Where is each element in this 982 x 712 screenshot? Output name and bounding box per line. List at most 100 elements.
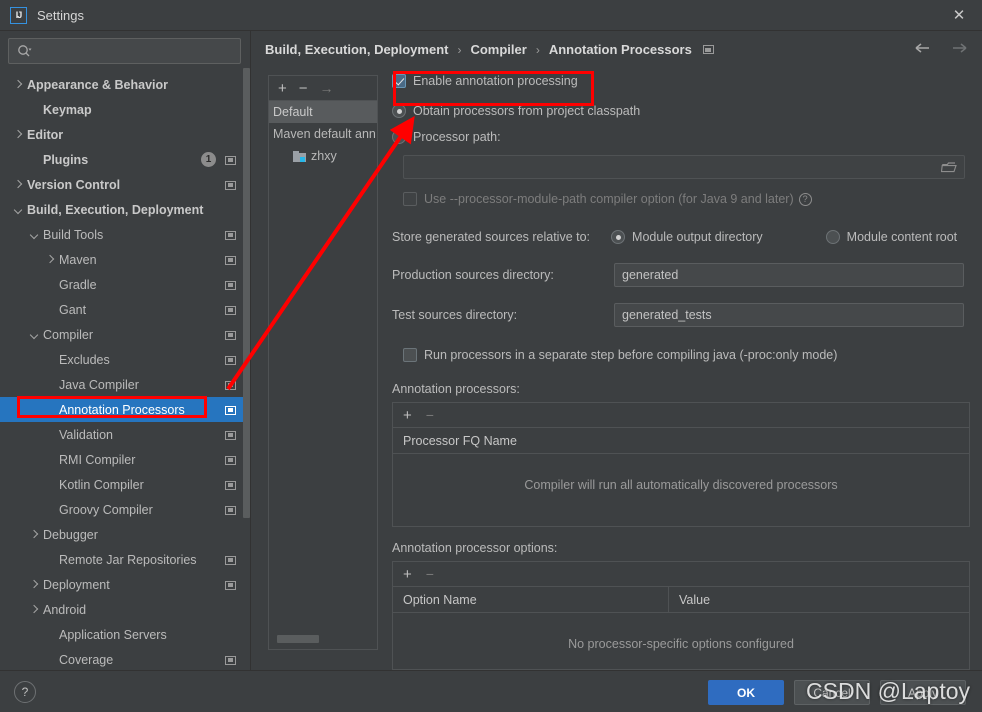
obtain-from-classpath-radio[interactable] bbox=[392, 104, 406, 118]
sidebar-item-label: Excludes bbox=[59, 352, 110, 367]
breadcrumb-part[interactable]: Annotation Processors bbox=[549, 42, 692, 57]
processor-fq-name-column: Processor FQ Name bbox=[403, 433, 517, 448]
proc-only-row[interactable]: Run processors in a separate step before… bbox=[403, 344, 970, 366]
chevron-right-icon[interactable] bbox=[28, 579, 40, 591]
sidebar-item-excludes[interactable]: Excludes bbox=[0, 347, 250, 372]
chevron-right-icon[interactable] bbox=[12, 79, 24, 91]
ok-button[interactable]: OK bbox=[708, 680, 784, 705]
sidebar-item-label: Java Compiler bbox=[59, 377, 139, 392]
search-input[interactable] bbox=[32, 44, 240, 58]
sidebar-item-label: Appearance & Behavior bbox=[27, 77, 169, 92]
sidebar-scrollbar[interactable] bbox=[243, 68, 250, 518]
project-scope-icon bbox=[225, 580, 236, 590]
module-list-item[interactable]: Maven default ann bbox=[269, 123, 377, 145]
sidebar-item-deployment[interactable]: Deployment bbox=[0, 572, 250, 597]
sidebar-item-annotation-processors[interactable]: Annotation Processors bbox=[0, 397, 250, 422]
processor-path-row[interactable]: Processor path: bbox=[392, 125, 970, 149]
chevron-down-icon[interactable] bbox=[28, 329, 40, 341]
cancel-button[interactable]: Cancel bbox=[794, 680, 870, 705]
module-list-item[interactable]: zhxy bbox=[269, 145, 377, 167]
module-output-directory-radio[interactable] bbox=[611, 230, 626, 244]
breadcrumb-part[interactable]: Build, Execution, Deployment bbox=[265, 42, 448, 57]
sidebar-item-remote-jar-repositories[interactable]: Remote Jar Repositories bbox=[0, 547, 250, 572]
chevron-right-icon[interactable] bbox=[12, 129, 24, 141]
chevron-down-icon[interactable] bbox=[28, 229, 40, 241]
remove-module-button[interactable]: − bbox=[299, 81, 308, 96]
module-content-root-radio[interactable] bbox=[825, 230, 840, 244]
chevron-right-icon[interactable] bbox=[28, 604, 40, 616]
sidebar-item-build-execution-deployment[interactable]: Build, Execution, Deployment bbox=[0, 197, 250, 222]
help-button[interactable]: ? bbox=[14, 681, 36, 703]
annotation-processors-table: + − Processor FQ Name Compiler will run … bbox=[392, 402, 970, 527]
sidebar-item-coverage[interactable]: Coverage bbox=[0, 647, 250, 671]
sidebar-item-appearance-behavior[interactable]: Appearance & Behavior bbox=[0, 72, 250, 97]
chevron-right-icon[interactable] bbox=[12, 179, 24, 191]
remove-processor-button[interactable]: − bbox=[426, 408, 434, 422]
breadcrumb-part[interactable]: Compiler bbox=[470, 42, 526, 57]
proc-only-label: Run processors in a separate step before… bbox=[424, 348, 838, 362]
sidebar-item-build-tools[interactable]: Build Tools bbox=[0, 222, 250, 247]
sidebar-item-gant[interactable]: Gant bbox=[0, 297, 250, 322]
sidebar-item-application-servers[interactable]: Application Servers bbox=[0, 622, 250, 647]
sidebar-item-validation[interactable]: Validation bbox=[0, 422, 250, 447]
test-sources-field[interactable]: generated_tests bbox=[614, 303, 964, 327]
processor-path-radio[interactable] bbox=[392, 130, 406, 144]
processor-module-path-row[interactable]: Use --processor-module-path compiler opt… bbox=[403, 188, 970, 210]
sidebar-item-java-compiler[interactable]: Java Compiler bbox=[0, 372, 250, 397]
settings-tree[interactable]: Appearance & Behavior Keymap Editor Plugins… bbox=[0, 72, 250, 671]
remove-option-button[interactable]: − bbox=[426, 567, 434, 581]
processor-path-field[interactable] bbox=[403, 155, 965, 179]
apply-button[interactable]: Apply bbox=[880, 680, 966, 705]
add-processor-button[interactable]: + bbox=[403, 408, 412, 423]
sidebar-item-debugger[interactable]: Debugger bbox=[0, 522, 250, 547]
test-sources-row: Test sources directory: generated_tests bbox=[392, 303, 970, 327]
sidebar-item-editor[interactable]: Editor bbox=[0, 122, 250, 147]
plugin-update-badge: 1 bbox=[201, 152, 216, 167]
window-title: Settings bbox=[37, 7, 84, 23]
add-option-button[interactable]: + bbox=[403, 567, 412, 582]
sidebar-item-rmi-compiler[interactable]: RMI Compiler bbox=[0, 447, 250, 472]
store-generated-sources-label: Store generated sources relative to: bbox=[392, 230, 591, 244]
obtain-from-classpath-row[interactable]: Obtain processors from project classpath bbox=[392, 99, 970, 123]
arrow-right-icon[interactable] bbox=[950, 40, 968, 56]
breadcrumb-separator: › bbox=[457, 42, 462, 57]
sidebar-item-plugins[interactable]: Plugins 1 bbox=[0, 147, 250, 172]
chevron-right-icon[interactable] bbox=[44, 254, 56, 266]
sidebar-item-android[interactable]: Android bbox=[0, 597, 250, 622]
folder-icon bbox=[293, 150, 306, 162]
sidebar-item-groovy-compiler[interactable]: Groovy Compiler bbox=[0, 497, 250, 522]
sidebar-item-label: Build, Execution, Deployment bbox=[27, 202, 204, 217]
help-icon[interactable]: ? bbox=[798, 192, 812, 206]
sidebar-item-version-control[interactable]: Version Control bbox=[0, 172, 250, 197]
production-sources-field[interactable]: generated bbox=[614, 263, 964, 287]
folder-open-icon[interactable] bbox=[940, 160, 957, 174]
project-scope-icon bbox=[225, 505, 236, 515]
move-module-button[interactable]: → bbox=[320, 81, 334, 95]
arrow-left-icon[interactable] bbox=[914, 40, 932, 56]
project-scope-icon bbox=[225, 230, 236, 240]
module-list-item[interactable]: Default bbox=[269, 101, 377, 123]
close-icon[interactable]: ✕ bbox=[936, 0, 982, 30]
chevron-right-icon[interactable] bbox=[28, 529, 40, 541]
project-scope-icon bbox=[225, 455, 236, 465]
sidebar-item-maven[interactable]: Maven bbox=[0, 247, 250, 272]
project-scope-icon bbox=[225, 380, 236, 390]
processor-module-path-checkbox[interactable] bbox=[403, 192, 417, 206]
sidebar-item-gradle[interactable]: Gradle bbox=[0, 272, 250, 297]
module-list-hscrollbar[interactable] bbox=[277, 635, 319, 643]
module-list-item-label: Maven default ann bbox=[273, 127, 376, 141]
sidebar-item-compiler[interactable]: Compiler bbox=[0, 322, 250, 347]
search-box[interactable] bbox=[8, 38, 241, 64]
enable-annotation-processing-checkbox[interactable] bbox=[392, 74, 406, 88]
sidebar-item-kotlin-compiler[interactable]: Kotlin Compiler bbox=[0, 472, 250, 497]
module-list-item-label: Default bbox=[273, 105, 313, 119]
chevron-down-icon[interactable] bbox=[12, 204, 24, 216]
add-module-button[interactable]: + bbox=[278, 81, 287, 96]
sidebar-item-keymap[interactable]: Keymap bbox=[0, 97, 250, 122]
enable-annotation-processing-row[interactable]: Enable annotation processing bbox=[392, 70, 970, 92]
proc-only-checkbox[interactable] bbox=[403, 348, 417, 362]
module-list[interactable]: Default Maven default ann zhxy bbox=[269, 101, 377, 167]
